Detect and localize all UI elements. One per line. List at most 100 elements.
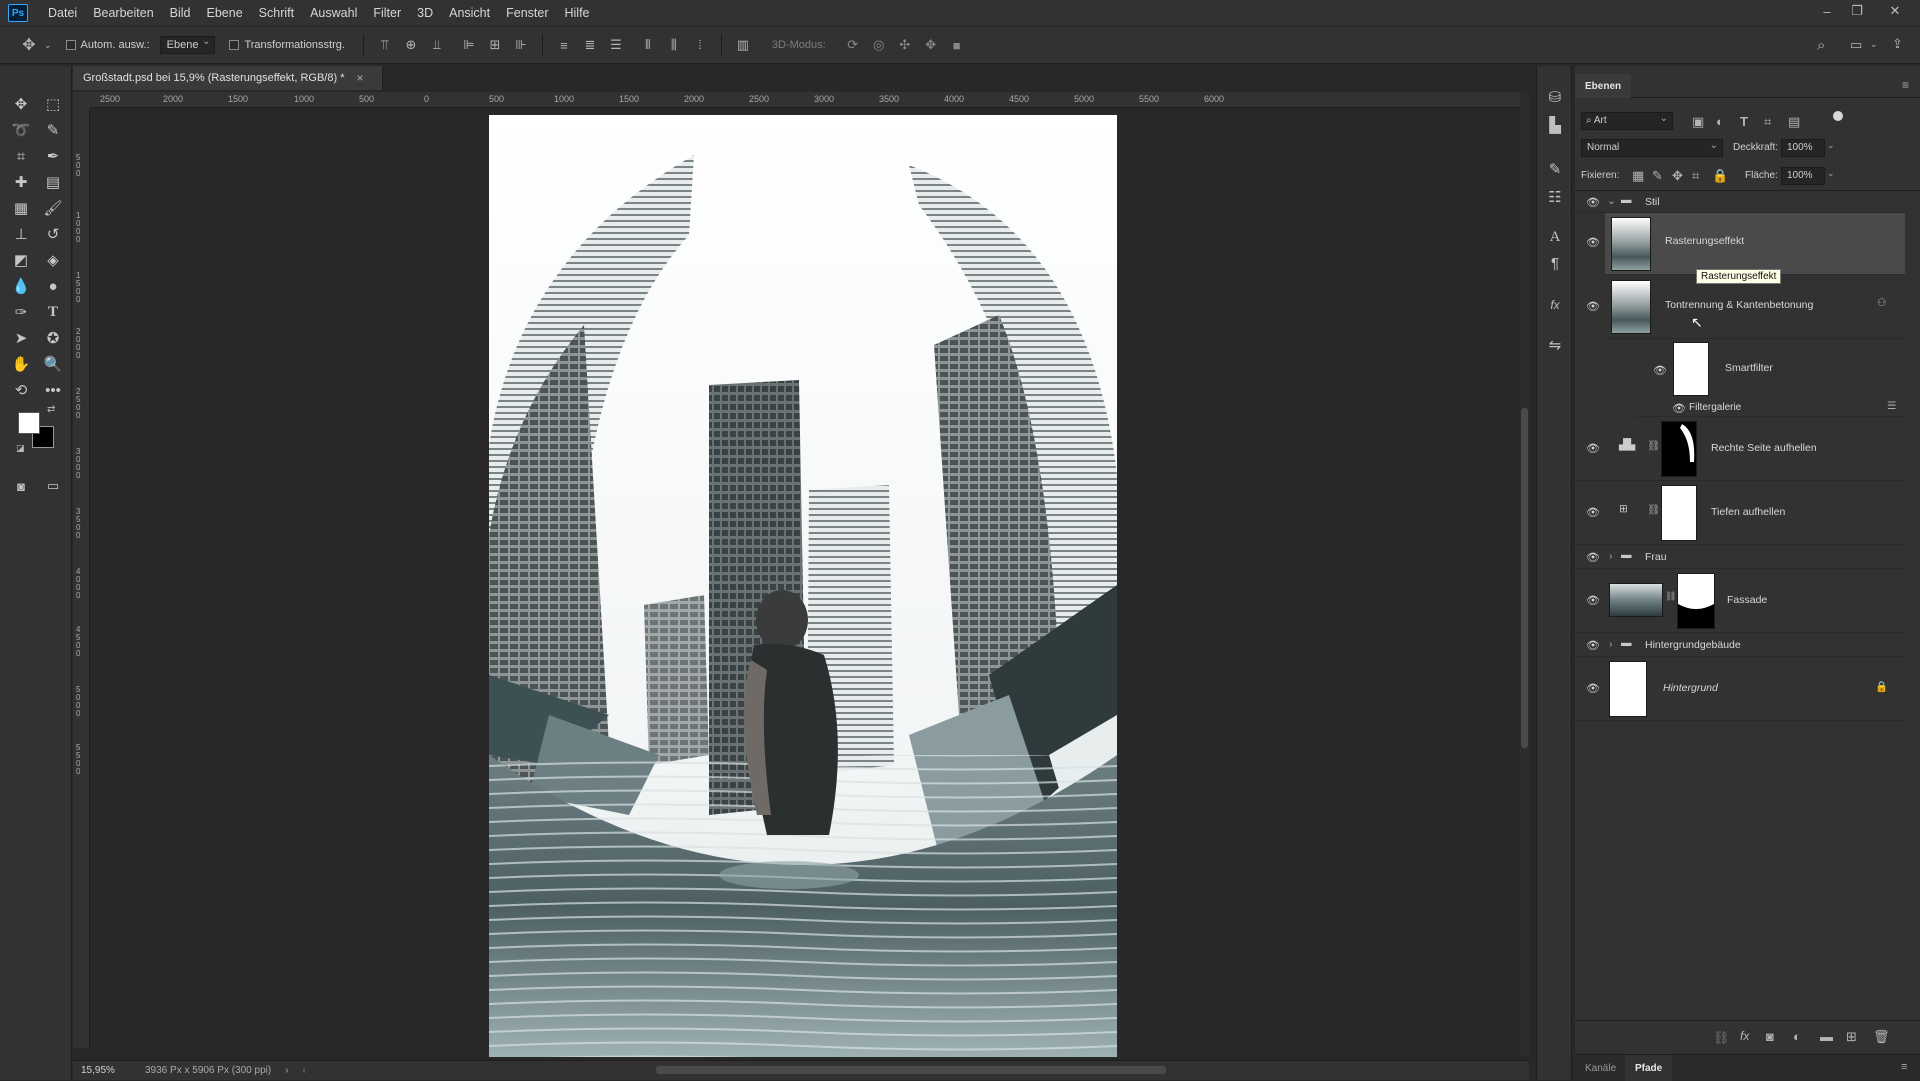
expand-group-icon[interactable]: ⌄ bbox=[1607, 195, 1616, 207]
character-icon[interactable]: A bbox=[1543, 226, 1567, 248]
filter-smartobject-icon[interactable]: ▤ bbox=[1788, 114, 1800, 130]
chevron-down-icon[interactable]: ⌄ bbox=[1827, 168, 1835, 179]
close-tab-icon[interactable]: × bbox=[356, 71, 363, 85]
hand-tool-icon[interactable]: ✋ bbox=[8, 352, 34, 376]
share-icon[interactable]: ⇪ bbox=[1892, 36, 1903, 52]
align-vcenter-icon[interactable]: ⊕ bbox=[398, 37, 424, 53]
properties-icon[interactable]: ⛁ bbox=[1543, 86, 1567, 108]
add-mask-icon[interactable]: ◙ bbox=[1766, 1029, 1774, 1044]
distribute-top-icon[interactable]: ≡ bbox=[551, 38, 577, 53]
link-icon[interactable]: ⛓ bbox=[1665, 591, 1676, 602]
scroll-left-icon[interactable]: ‹ bbox=[303, 1065, 306, 1076]
pan-3d-icon[interactable]: ✣ bbox=[892, 37, 918, 53]
menu-bild[interactable]: Bild bbox=[162, 6, 199, 20]
menu-fenster[interactable]: Fenster bbox=[498, 6, 556, 20]
panel-menu-icon[interactable]: ≡ bbox=[1902, 78, 1909, 92]
tab-kanaele[interactable]: Kanäle bbox=[1575, 1055, 1626, 1081]
menu-3d[interactable]: 3D bbox=[409, 6, 441, 20]
lock-artboard-icon[interactable]: ⌗ bbox=[1692, 168, 1699, 184]
document-info[interactable]: 3936 Px x 5906 Px (300 ppi) bbox=[145, 1065, 271, 1076]
layer-group-frau[interactable]: 👁 › ▬ Frau bbox=[1575, 545, 1905, 569]
brush-settings-icon[interactable]: ✎ bbox=[1543, 158, 1567, 180]
visibility-eye-icon[interactable]: 👁 bbox=[1585, 299, 1601, 313]
workspace-icon[interactable]: ▭ bbox=[1850, 37, 1862, 53]
align-right-icon[interactable]: ⊪ bbox=[508, 37, 534, 53]
swap-colors-icon[interactable]: ⇄ bbox=[47, 404, 55, 415]
layer-tiefen-aufhellen[interactable]: 👁 ⊞ ⛓ Tiefen aufhellen bbox=[1575, 481, 1905, 545]
rotate-view-icon[interactable]: ⟲ bbox=[8, 378, 34, 402]
zoom-level[interactable]: 15,95% bbox=[81, 1065, 137, 1076]
filter-shape-icon[interactable]: ⌗ bbox=[1764, 114, 1771, 130]
orbit-3d-icon[interactable]: ⟳ bbox=[840, 37, 866, 53]
more-tools-icon[interactable]: ••• bbox=[40, 378, 66, 402]
close-window-icon[interactable]: ✕ bbox=[1880, 0, 1910, 22]
delete-layer-icon[interactable]: 🗑 bbox=[1873, 1029, 1890, 1045]
menu-filter[interactable]: Filter bbox=[365, 6, 409, 20]
pen-tool-icon[interactable]: ✑ bbox=[8, 300, 34, 324]
tab-pfade[interactable]: Pfade bbox=[1625, 1055, 1673, 1081]
fill-input[interactable]: 100% bbox=[1781, 167, 1825, 185]
type-tool-icon[interactable]: T bbox=[40, 300, 66, 324]
add-style-icon[interactable]: fx bbox=[1740, 1029, 1749, 1043]
visibility-eye-icon[interactable]: 👁 bbox=[1585, 195, 1601, 209]
new-adjustment-icon[interactable]: ◐ bbox=[1793, 1029, 1801, 1044]
layer-rechte-seite-aufhellen[interactable]: 👁 ▟▙ ⛓ Rechte Seite aufhellen bbox=[1575, 417, 1905, 481]
lock-icon[interactable]: 🔒 bbox=[1875, 680, 1888, 693]
channels-icon[interactable]: ⇋ bbox=[1543, 334, 1567, 356]
default-colors-icon[interactable]: ◪ bbox=[16, 443, 25, 454]
link-icon[interactable]: ⛓ bbox=[1647, 503, 1660, 516]
search-icon[interactable]: ⌕ bbox=[1817, 37, 1825, 54]
eraser-tool-icon[interactable]: ◩ bbox=[8, 248, 34, 272]
vertical-ruler[interactable]: 0 5 0 0 1 0 0 0 1 5 0 0 2 0 0 0 2 5 0 0 3 0 0 … bbox=[73, 108, 90, 1048]
scroll-thumb[interactable] bbox=[656, 1066, 1166, 1074]
menu-schrift[interactable]: Schrift bbox=[251, 6, 302, 20]
document-canvas[interactable] bbox=[489, 115, 1117, 1057]
foreground-color-swatch[interactable] bbox=[18, 412, 40, 434]
vertical-scrollbar[interactable] bbox=[1520, 92, 1529, 1056]
chevron-down-icon[interactable]: ⌄ bbox=[1870, 39, 1878, 50]
distribute-vcenter-icon[interactable]: ≣ bbox=[577, 37, 603, 53]
horizontal-scrollbar[interactable] bbox=[318, 1063, 1508, 1077]
menu-bearbeiten[interactable]: Bearbeiten bbox=[85, 6, 161, 20]
zoom-tool-icon[interactable]: 🔍 bbox=[40, 352, 66, 376]
link-layers-icon[interactable]: ⛓ bbox=[1713, 1030, 1730, 1046]
history-brush-icon[interactable]: ↺ bbox=[40, 222, 66, 246]
slide-3d-icon[interactable]: ✥ bbox=[918, 37, 944, 53]
restore-icon[interactable]: ❐ bbox=[1842, 0, 1872, 22]
eyedropper-icon[interactable]: ✒ bbox=[40, 144, 66, 168]
layer-smartfilter[interactable]: 👁 Smartfilter bbox=[1635, 339, 1905, 399]
status-expand-icon[interactable]: › bbox=[285, 1065, 288, 1076]
layer-group-hintergrundgebaeude[interactable]: 👁 › ▬ Hintergrundgebäude bbox=[1575, 633, 1905, 657]
layer-filter-dropdown[interactable]: ⌕ Art ⌄ bbox=[1581, 112, 1673, 130]
lock-pixels-icon[interactable]: ✎ bbox=[1652, 168, 1663, 184]
healing-brush-icon[interactable]: ✚ bbox=[8, 170, 34, 194]
quick-mask-icon[interactable]: ◙ bbox=[8, 474, 34, 498]
photoshop-logo-icon[interactable]: Ps bbox=[8, 4, 28, 22]
visibility-eye-icon[interactable]: 👁 bbox=[1652, 363, 1668, 377]
new-layer-icon[interactable]: ⊞ bbox=[1846, 1029, 1857, 1045]
visibility-eye-icon[interactable]: 👁 bbox=[1585, 593, 1601, 607]
filter-type-icon[interactable]: T bbox=[1740, 114, 1748, 129]
histogram-icon[interactable]: ▙ bbox=[1543, 114, 1567, 136]
filter-options-icon[interactable]: ☰ bbox=[1887, 400, 1896, 412]
chevron-down-icon[interactable]: ⌄ bbox=[44, 40, 52, 51]
quick-selection-icon[interactable]: ✎ bbox=[40, 118, 66, 142]
layer-hintergrund[interactable]: 👁 Hintergrund 🔒 bbox=[1575, 657, 1905, 721]
crop-tool-icon[interactable]: ⌗ bbox=[8, 144, 34, 168]
screen-mode-icon[interactable]: ▭ bbox=[40, 474, 66, 498]
auto-select-checkbox[interactable] bbox=[65, 40, 76, 50]
smart-filter-indicator-icon[interactable]: ⚇ bbox=[1877, 297, 1886, 309]
menu-ansicht[interactable]: Ansicht bbox=[441, 6, 498, 20]
distribute-hcenter-icon[interactable]: ⫼ bbox=[661, 37, 687, 53]
lock-all-icon[interactable]: 🔒 bbox=[1712, 168, 1728, 184]
tab-ebenen[interactable]: Ebenen bbox=[1575, 74, 1632, 98]
move-tool-preset-icon[interactable]: ✥ bbox=[14, 35, 44, 55]
visibility-eye-icon[interactable]: 👁 bbox=[1585, 505, 1601, 519]
blend-mode-dropdown[interactable]: Normal ⌄ bbox=[1581, 139, 1723, 157]
new-group-icon[interactable]: ▬ bbox=[1820, 1029, 1833, 1044]
blur-tool-icon[interactable]: 💧 bbox=[8, 274, 34, 298]
minimize-icon[interactable]: – bbox=[1812, 0, 1842, 22]
content-aware-icon[interactable]: ▦ bbox=[8, 196, 34, 220]
panel-menu-icon[interactable]: ≡ bbox=[1901, 1061, 1907, 1073]
shape-tool-icon[interactable]: ✪ bbox=[40, 326, 66, 350]
